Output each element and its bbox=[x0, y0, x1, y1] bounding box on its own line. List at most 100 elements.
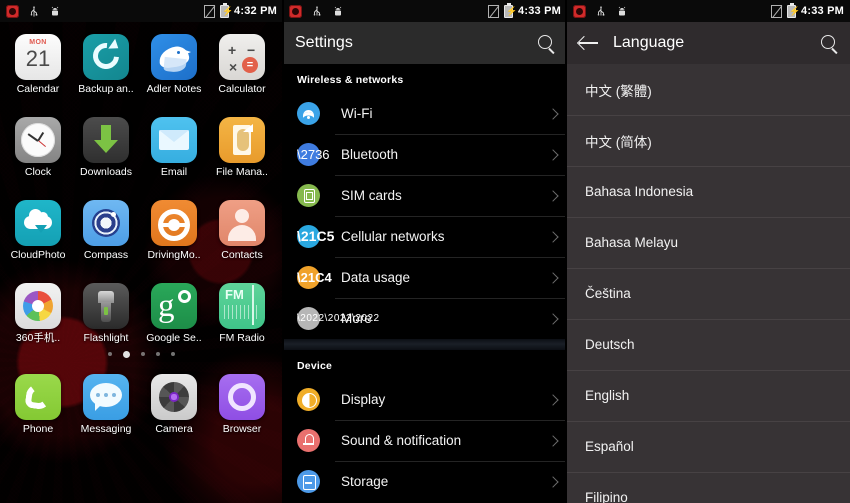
usb-icon bbox=[313, 5, 321, 16]
android-icon bbox=[51, 6, 59, 15]
settings-item-storage[interactable]: Storage bbox=[283, 461, 567, 502]
app-backup[interactable]: Backup an.. bbox=[72, 30, 140, 95]
app-contacts[interactable]: Contacts bbox=[208, 196, 276, 261]
app-clock[interactable]: Clock bbox=[4, 113, 72, 178]
page-dot[interactable] bbox=[171, 352, 175, 356]
battery-charging-icon: ⚡ bbox=[504, 2, 518, 18]
settings-item-wifi[interactable]: Wi-Fi bbox=[283, 93, 567, 134]
chevron-right-icon bbox=[547, 393, 559, 406]
language-item-filipino[interactable]: Filipino bbox=[567, 472, 850, 503]
settings-item-sound-notification[interactable]: Sound & notification bbox=[283, 420, 567, 461]
search-icon[interactable] bbox=[821, 34, 838, 52]
sim-cards-icon bbox=[297, 184, 320, 207]
app-label: Browser bbox=[222, 423, 262, 435]
app-driving-mode[interactable]: DrivingMo.. bbox=[140, 196, 208, 261]
search-icon[interactable] bbox=[538, 34, 555, 52]
app-phone[interactable]: Phone bbox=[4, 370, 72, 435]
chevron-right-icon bbox=[547, 475, 559, 488]
language-status-bar: ⚡ 4:33 PM bbox=[567, 0, 850, 22]
home-app-grid: MON 21 Calendar Backup an.. Adler Notes … bbox=[0, 22, 283, 435]
language-item-zh-cn[interactable]: 中文 (简体) bbox=[567, 115, 850, 166]
language-item-zh-tw[interactable]: 中文 (繁體) bbox=[567, 64, 850, 115]
home-clock-text: 4:32 PM bbox=[234, 5, 277, 17]
settings-app-bar: Settings bbox=[283, 22, 567, 64]
language-item-bahasa-melayu[interactable]: Bahasa Melayu bbox=[567, 217, 850, 268]
calendar-day: 21 bbox=[25, 46, 51, 71]
app-file-manager[interactable]: File Mana.. bbox=[208, 113, 276, 178]
app-row-3: CloudPhoto Compass DrivingMo.. Contacts bbox=[4, 196, 279, 261]
messaging-icon bbox=[83, 374, 129, 420]
browser-icon bbox=[219, 374, 265, 420]
settings-item-label: Bluetooth bbox=[341, 147, 399, 162]
language-item-bahasa-indonesia[interactable]: Bahasa Indonesia bbox=[567, 166, 850, 217]
android-icon bbox=[618, 6, 626, 15]
battery-charging-icon: ⚡ bbox=[220, 2, 234, 18]
app-row-4: 360手机.. Flashlight g Google Se.. FM FM R… bbox=[4, 279, 279, 344]
status-right-icons: ⚡ 4:33 PM bbox=[488, 2, 561, 18]
settings-item-display[interactable]: Display bbox=[283, 379, 567, 420]
settings-item-bluetooth[interactable]: Bluetooth bbox=[283, 134, 567, 175]
page-dot[interactable] bbox=[141, 352, 145, 356]
camera-icon bbox=[151, 374, 197, 420]
app-adler-notes[interactable]: Adler Notes bbox=[140, 30, 208, 95]
chevron-right-icon bbox=[547, 434, 559, 447]
settings-item-sim-cards[interactable]: SIM cards bbox=[283, 175, 567, 216]
app-camera[interactable]: Camera bbox=[140, 370, 208, 435]
page-dot-active[interactable] bbox=[123, 350, 130, 358]
page-dot[interactable] bbox=[156, 352, 160, 356]
app-email[interactable]: Email bbox=[140, 113, 208, 178]
contacts-icon bbox=[219, 200, 265, 246]
page-dot[interactable] bbox=[108, 352, 112, 356]
status-left-icons bbox=[573, 4, 628, 18]
app-calculator[interactable]: + − × = Calculator bbox=[208, 30, 276, 95]
language-item-english[interactable]: English bbox=[567, 370, 850, 421]
app-flashlight[interactable]: Flashlight bbox=[72, 279, 140, 344]
status-right-icons: ⚡ 4:33 PM bbox=[771, 2, 844, 18]
settings-item-label: Sound & notification bbox=[341, 433, 462, 448]
app-fm-radio[interactable]: FM FM Radio bbox=[208, 279, 276, 344]
bluetooth-icon bbox=[297, 143, 320, 166]
status-left-icons bbox=[289, 4, 344, 18]
app-compass[interactable]: Compass bbox=[72, 196, 140, 261]
app-label: Email bbox=[160, 166, 188, 178]
app-label: File Mana.. bbox=[216, 166, 268, 178]
app-downloads[interactable]: Downloads bbox=[72, 113, 140, 178]
language-item-espanol[interactable]: Español bbox=[567, 421, 850, 472]
calendar-icon: MON 21 bbox=[15, 34, 61, 80]
cloudphoto-icon bbox=[15, 200, 61, 246]
settings-item-label: Display bbox=[341, 392, 386, 407]
calculator-icon: + − × = bbox=[219, 34, 265, 80]
settings-item-cellular-networks[interactable]: Cellular networks bbox=[283, 216, 567, 257]
app-label: Compass bbox=[83, 249, 129, 261]
app-360-mobile[interactable]: 360手机.. bbox=[4, 279, 72, 344]
language-item-cestina[interactable]: Čeština bbox=[567, 268, 850, 319]
display-icon bbox=[297, 388, 320, 411]
page-title: Settings bbox=[295, 34, 353, 51]
app-messaging[interactable]: Messaging bbox=[72, 370, 140, 435]
app-google-settings[interactable]: g Google Se.. bbox=[140, 279, 208, 344]
wifi-icon bbox=[297, 102, 320, 125]
settings-item-more[interactable]: More bbox=[283, 298, 567, 339]
app-label: Calculator bbox=[218, 83, 266, 95]
language-item-deutsch[interactable]: Deutsch bbox=[567, 319, 850, 370]
app-label: 360手机.. bbox=[15, 332, 61, 344]
chevron-right-icon bbox=[547, 189, 559, 202]
notification-icon bbox=[289, 4, 302, 18]
settings-clock-text: 4:33 PM bbox=[518, 5, 561, 17]
settings-item-label: Cellular networks bbox=[341, 229, 445, 244]
settings-item-label: SIM cards bbox=[341, 188, 402, 203]
settings-item-data-usage[interactable]: Data usage bbox=[283, 257, 567, 298]
app-label: Calendar bbox=[16, 83, 60, 95]
page-indicator[interactable] bbox=[4, 346, 279, 362]
back-arrow-icon[interactable] bbox=[579, 35, 599, 51]
app-cloudphoto[interactable]: CloudPhoto bbox=[4, 196, 72, 261]
settings-item-label: Wi-Fi bbox=[341, 106, 373, 121]
app-browser[interactable]: Browser bbox=[208, 370, 276, 435]
usb-icon bbox=[30, 5, 38, 16]
app-calendar[interactable]: MON 21 Calendar bbox=[4, 30, 72, 95]
clock-icon bbox=[15, 117, 61, 163]
chevron-right-icon bbox=[547, 271, 559, 284]
chevron-right-icon bbox=[547, 107, 559, 120]
sound-notification-icon bbox=[297, 429, 320, 452]
no-sim-icon bbox=[771, 4, 783, 18]
